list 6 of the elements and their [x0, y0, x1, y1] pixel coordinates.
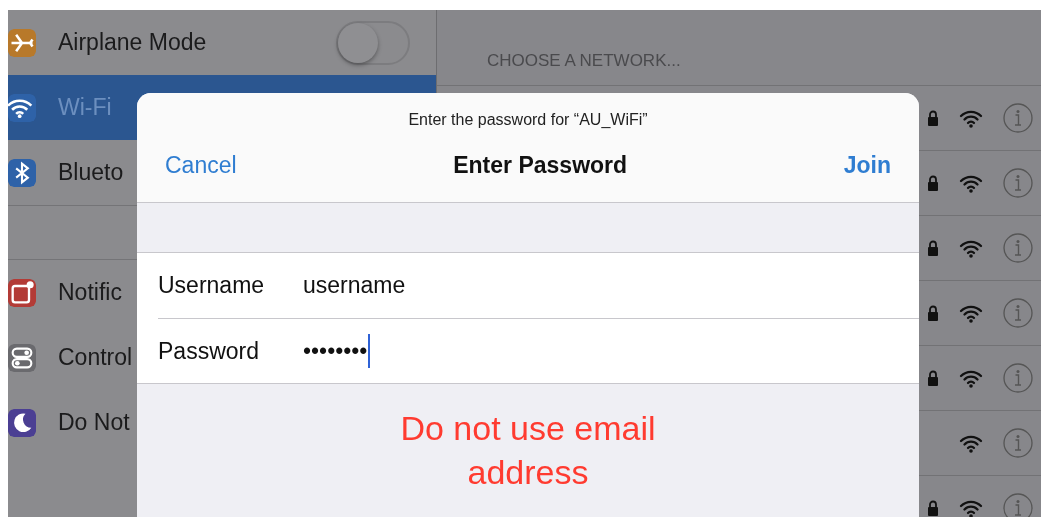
field-label: Password [158, 336, 260, 366]
dialog-message: Enter the password for “AU_WiFi” [407, 110, 649, 130]
section-header: CHOOSE A NETWORK... [486, 50, 682, 72]
warning-text: Do not use email address [399, 408, 657, 493]
field-label: Username [158, 271, 266, 301]
dialog-title: Enter Password [453, 151, 628, 180]
